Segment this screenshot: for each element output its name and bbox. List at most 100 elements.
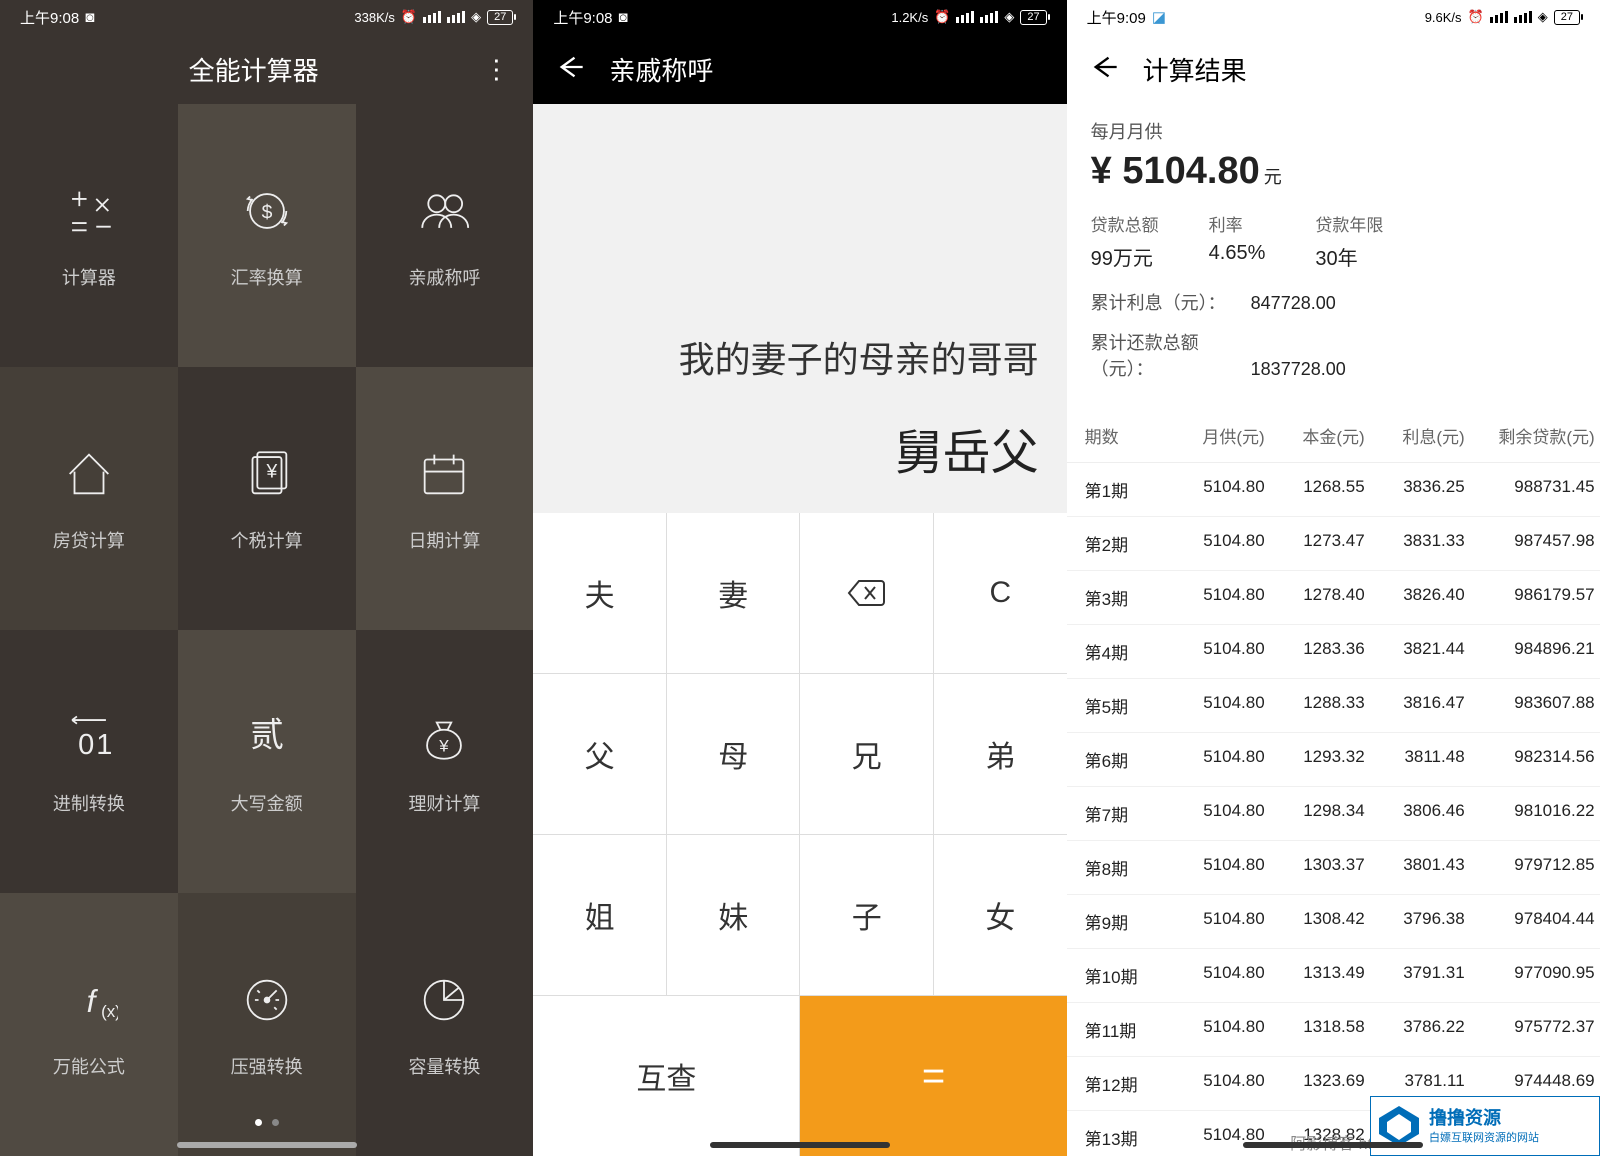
people-icon — [415, 182, 473, 240]
table-body[interactable]: 第1期5104.801268.553836.25988731.45第2期5104… — [1067, 463, 1600, 1156]
key-夫[interactable]: 夫 — [533, 513, 666, 673]
result-body: 每月月供 ¥ 5104.80元 贷款总额99万元利率4.65% 贷款年限30年 累… — [1067, 104, 1600, 1156]
stat-item: 贷款总额99万元 — [1091, 211, 1159, 271]
key-backspace[interactable] — [800, 513, 933, 673]
home-indicator[interactable] — [177, 1142, 357, 1148]
feature-label: 日期计算 — [408, 527, 480, 553]
feature-label: 大写金额 — [231, 790, 303, 816]
wifi-icon: ◈ — [1538, 9, 1548, 25]
battery-icon: 27 — [1554, 10, 1580, 25]
back-icon[interactable] — [1091, 53, 1119, 86]
battery-icon: 27 — [1020, 10, 1046, 25]
key-母[interactable]: 母 — [667, 674, 800, 834]
key-swap[interactable]: 互查 — [533, 996, 799, 1156]
page-title: 全能计算器 — [24, 51, 483, 88]
feature-label: 理财计算 — [408, 790, 480, 816]
signal-icon — [423, 11, 441, 23]
col-header: 本金(元) — [1265, 423, 1365, 448]
page-dots — [255, 1119, 279, 1126]
signal-icon — [956, 11, 974, 23]
page-title: 计算结果 — [1143, 51, 1576, 88]
feature-calendar[interactable]: 日期计算 — [356, 367, 534, 630]
upper-icon: 贰 — [238, 708, 296, 766]
house-icon — [60, 445, 118, 503]
alarm-icon: ⏰ — [934, 9, 950, 25]
feature-calc[interactable]: 计算器 — [0, 104, 178, 367]
table-row: 第1期5104.801268.553836.25988731.45 — [1067, 463, 1600, 517]
battery-icon: 27 — [487, 10, 513, 25]
table-row: 第6期5104.801293.323811.48982314.56 — [1067, 733, 1600, 787]
pie-icon — [415, 971, 473, 1029]
table-row: 第10期5104.801313.493791.31977090.95 — [1067, 949, 1600, 1003]
titlebar: 全能计算器 ⋮ — [0, 34, 533, 104]
feature-binary[interactable]: 01进制转换 — [0, 630, 178, 893]
feature-upper[interactable]: 贰大写金额 — [178, 630, 356, 893]
calendar-icon — [415, 445, 473, 503]
key-父[interactable]: 父 — [533, 674, 666, 834]
status-speed: 338K/s — [354, 10, 394, 25]
feature-gauge[interactable]: 压强转换 — [178, 893, 356, 1156]
status-time: 上午9:09 — [1087, 7, 1146, 28]
col-header: 利息(元) — [1365, 423, 1465, 448]
display-area: 我的妻子的母亲的哥哥 舅岳父 — [533, 104, 1066, 513]
formula-icon: f(x) — [60, 971, 118, 1029]
feature-currency[interactable]: $汇率换算 — [178, 104, 356, 367]
signal-icon — [447, 11, 465, 23]
monthly-label: 每月月供 — [1091, 118, 1576, 144]
key-equals[interactable]: = — [800, 996, 1066, 1156]
key-女[interactable]: 女 — [934, 835, 1067, 995]
back-icon[interactable] — [557, 53, 585, 86]
key-妻[interactable]: 妻 — [667, 513, 800, 673]
table-row: 第3期5104.801278.403826.40986179.57 — [1067, 571, 1600, 625]
table-header: 期数月供(元)本金(元)利息(元)剩余贷款(元) — [1067, 409, 1600, 463]
monthly-value: ¥ 5104.80元 — [1091, 150, 1576, 193]
schedule-table: 期数月供(元)本金(元)利息(元)剩余贷款(元) 第1期5104.801268.… — [1067, 409, 1600, 1156]
svg-text:0: 0 — [78, 728, 94, 760]
titlebar: 计算结果 — [1067, 34, 1600, 104]
signal-icon — [1514, 11, 1532, 23]
feature-moneybag[interactable]: ¥ 理财计算 — [356, 630, 534, 893]
signal-icon — [1490, 11, 1508, 23]
stat-item: 利率4.65% — [1209, 211, 1266, 271]
wifi-icon: ◈ — [1004, 9, 1014, 25]
feature-label: 容量转换 — [408, 1053, 480, 1079]
svg-text:贰: 贰 — [250, 716, 284, 754]
feature-grid: 计算器$汇率换算亲戚称呼房贷计算¥个税计算日期计算01进制转换贰大写金额¥理财计… — [0, 104, 533, 1156]
totals-block: 累计利息（元）：847728.00累计还款总额（元）：1837728.00 — [1067, 289, 1600, 409]
summary-block: 每月月供 ¥ 5104.80元 贷款总额99万元利率4.65% 贷款年限30年 — [1067, 104, 1600, 289]
home-indicator[interactable] — [710, 1142, 890, 1148]
calculator-body: 我的妻子的母亲的哥哥 舅岳父 夫妻C 父母兄弟姐妹子女互查= — [533, 104, 1066, 1156]
table-row: 第9期5104.801308.423796.38978404.44 — [1067, 895, 1600, 949]
key-姐[interactable]: 姐 — [533, 835, 666, 995]
status-time: 上午9:08 — [20, 7, 79, 28]
stat-item: 贷款年限30年 — [1315, 211, 1383, 271]
total-row: 累计利息（元）：847728.00 — [1091, 289, 1576, 315]
feature-label: 计算器 — [62, 264, 116, 290]
feature-house[interactable]: 房贷计算 — [0, 367, 178, 630]
key-子[interactable]: 子 — [800, 835, 933, 995]
tax-icon: ¥ — [238, 445, 296, 503]
feature-formula[interactable]: f(x) 万能公式 — [0, 893, 178, 1156]
stat-label: 利率 — [1209, 211, 1266, 236]
alarm-icon: ⏰ — [1468, 9, 1484, 25]
home-indicator[interactable] — [1243, 1142, 1423, 1148]
phone-result: 上午9:09 ◪ 9.6K/s ⏰ ◈ 27 计算结果 每月月供 ¥ 5104.… — [1067, 0, 1600, 1156]
expression-text: 我的妻子的母亲的哥哥 — [679, 331, 1039, 383]
svg-text:(x): (x) — [101, 1001, 118, 1020]
key-妹[interactable]: 妹 — [667, 835, 800, 995]
feature-pie[interactable]: 容量转换 — [356, 893, 534, 1156]
key-兄[interactable]: 兄 — [800, 674, 933, 834]
table-row: 第11期5104.801318.583786.22975772.37 — [1067, 1003, 1600, 1057]
svg-text:¥: ¥ — [439, 736, 450, 755]
table-row: 第4期5104.801283.363821.44984896.21 — [1067, 625, 1600, 679]
key-弟[interactable]: 弟 — [934, 674, 1067, 834]
calc-icon — [60, 182, 118, 240]
more-icon[interactable]: ⋮ — [483, 54, 509, 85]
status-time: 上午9:08 — [553, 7, 612, 28]
titlebar: 亲戚称呼 — [533, 34, 1066, 104]
feature-people[interactable]: 亲戚称呼 — [356, 104, 534, 367]
key-C[interactable]: C — [934, 513, 1067, 673]
feature-label: 万能公式 — [53, 1053, 125, 1079]
feature-tax[interactable]: ¥个税计算 — [178, 367, 356, 630]
stat-value: 99万元 — [1091, 242, 1159, 271]
